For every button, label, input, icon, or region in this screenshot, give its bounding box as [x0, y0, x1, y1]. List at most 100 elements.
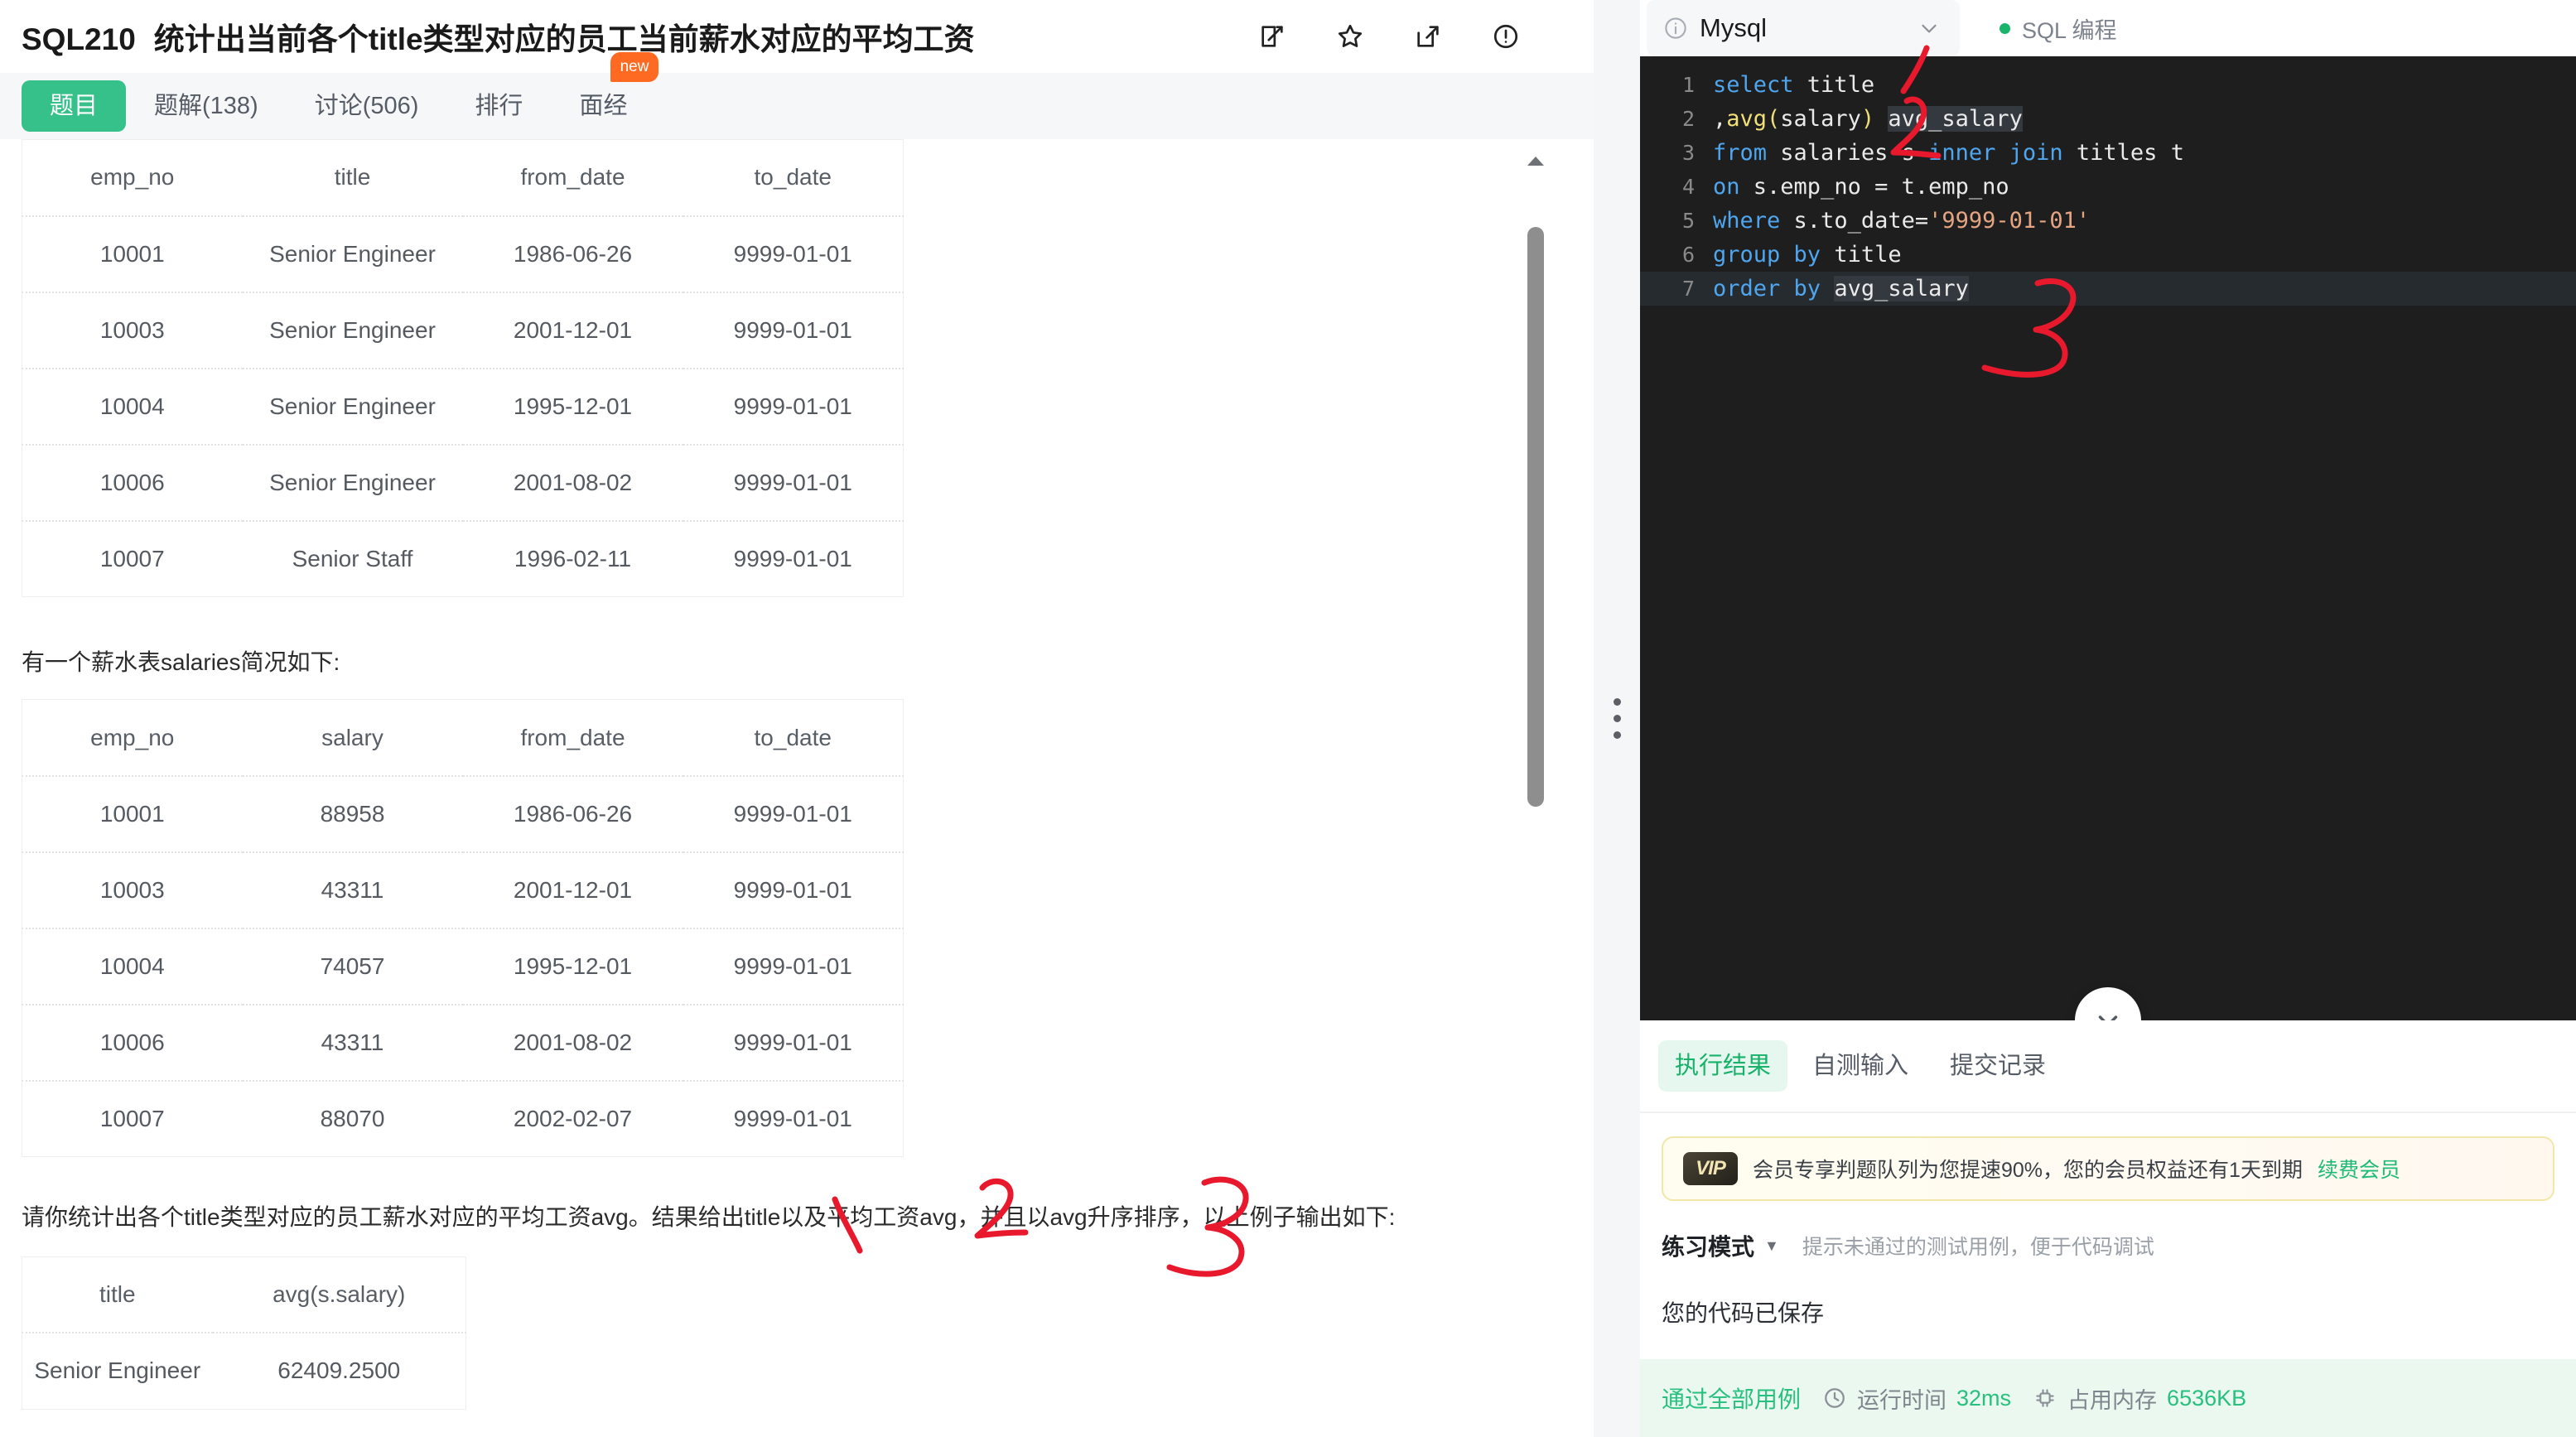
cell: 10006 — [99, 469, 165, 495]
memory-value: 6536KB — [2167, 1385, 2247, 1410]
cell: 62409.2500 — [277, 1357, 401, 1384]
cell: 2001-08-02 — [513, 1029, 633, 1055]
question-title-text: 统计出当前各个title类型对应的员工当前薪水对应的平均工资 — [153, 22, 975, 56]
code-text[interactable]: where s.to_date='9999-01-01' — [1713, 204, 2090, 238]
caret-down-icon[interactable]: ▼ — [1764, 1237, 1779, 1255]
table-row: 10007 88070 2002-02-07 9999-01-01 — [22, 1080, 904, 1157]
editor-mode-label: SQL 编程 — [2022, 17, 2117, 43]
result-tabs: 执行结果 自测输入 提交记录 — [1640, 1020, 2576, 1113]
line-number: 5 — [1681, 209, 1695, 233]
collapse-editor-button[interactable] — [2075, 987, 2141, 1020]
memory-stat: 占用内存 6536KB — [2033, 1382, 2246, 1415]
cell: 10001 — [99, 800, 165, 827]
titles-table: emp_no title from_date to_date 10001 Sen… — [22, 139, 904, 597]
code-line[interactable]: 1 select title — [1640, 68, 2576, 102]
tab-interview-wrap: 面经 new — [551, 52, 659, 132]
tab-execution-result[interactable]: 执行结果 — [1658, 1040, 1788, 1092]
question-tabs: 题目 题解(138) 讨论(506) 排行 面经 new — [0, 52, 1594, 139]
tab-discussion[interactable]: 讨论(506) — [287, 80, 447, 132]
code-text[interactable]: ,avg(salary) avg_salary — [1713, 102, 2023, 136]
renew-membership-link[interactable]: 续费会员 — [2318, 1154, 2400, 1184]
cell: Senior Engineer — [269, 393, 436, 419]
code-line[interactable]: 6 group by title — [1640, 238, 2576, 272]
practice-mode-row: 练习模式 ▼ 提示未通过的测试用例，便于代码调试 — [1662, 1229, 2576, 1262]
code-text[interactable]: on s.emp_no = t.emp_no — [1713, 170, 2009, 204]
code-editor[interactable]: 1 select title 2 ,avg(salary) avg_salary… — [1640, 56, 2576, 1020]
editor-toolbar: Mysql SQL 编程 — [1640, 0, 2576, 56]
star-icon[interactable] — [1335, 22, 1365, 51]
tab-solutions[interactable]: 题解(138) — [126, 80, 287, 132]
cell: 9999-01-01 — [733, 1106, 852, 1132]
table-row: Senior Engineer 62409.2500 — [22, 1333, 466, 1409]
question-code: SQL210 — [22, 22, 136, 56]
question-scrollbar[interactable] — [1524, 139, 1547, 1437]
memory-label: 占用内存 — [2067, 1387, 2158, 1413]
table-row: 10004 74057 1995-12-01 9999-01-01 — [22, 928, 904, 1005]
cell: 1995-12-01 — [513, 393, 633, 419]
code-saved-text: 您的代码已保存 — [1662, 1300, 1825, 1326]
share-icon[interactable] — [1413, 22, 1443, 51]
column-header: from_date — [520, 164, 625, 190]
cell: 74057 — [320, 952, 385, 979]
cell: 2001-12-01 — [513, 876, 633, 903]
pass-status-bar: 通过全部用例 运行时间 32ms 占用内存 6536KB — [1640, 1359, 2576, 1437]
scroll-up-arrow-icon[interactable] — [1526, 154, 1546, 167]
runtime-value: 32ms — [1956, 1385, 2012, 1410]
vip-message: 会员专享判题队列为您提速90%，您的会员权益还有1天到期 — [1753, 1159, 2303, 1182]
practice-mode-hint: 提示未通过的测试用例，便于代码调试 — [1802, 1236, 2154, 1259]
chip-icon — [2036, 1389, 2054, 1407]
tab-interview[interactable]: 面经 — [551, 80, 655, 132]
table-row: 10001 88958 1986-06-26 9999-01-01 — [22, 775, 904, 852]
cell: 10004 — [99, 952, 165, 979]
pass-status-label: 通过全部用例 — [1662, 1386, 1802, 1412]
code-line[interactable]: 5 where s.to_date='9999-01-01' — [1640, 204, 2576, 238]
note-icon[interactable] — [1257, 22, 1287, 51]
table-row: 10006 43311 2001-08-02 9999-01-01 — [22, 1004, 904, 1081]
cell: 88958 — [320, 800, 385, 827]
tab-self-test-input[interactable]: 自测输入 — [1796, 1040, 1925, 1092]
panel-resize-handle[interactable] — [1594, 0, 1640, 1437]
language-selector[interactable]: Mysql — [1647, 0, 1960, 56]
cell: 10001 — [99, 240, 165, 267]
code-line[interactable]: 4 on s.emp_no = t.emp_no — [1640, 170, 2576, 204]
language-name: Mysql — [1700, 13, 1767, 42]
code-line[interactable]: 3 from salaries s inner join titles t — [1640, 136, 2576, 170]
column-header: title — [99, 1280, 136, 1307]
cell: 9999-01-01 — [733, 1029, 852, 1055]
code-line[interactable]: 7 order by avg_salary — [1640, 272, 2576, 306]
cell: 9999-01-01 — [733, 876, 852, 903]
scrollbar-thumb[interactable] — [1527, 227, 1544, 807]
cell: 9999-01-01 — [733, 800, 852, 827]
report-icon[interactable] — [1491, 22, 1521, 51]
chevron-down-icon[interactable] — [1917, 16, 1942, 41]
cell: 9999-01-01 — [733, 545, 852, 571]
code-text[interactable]: select title — [1713, 68, 1874, 102]
table-row: 10001 Senior Engineer 1986-06-26 9999-01… — [22, 215, 904, 292]
tab-submission-history[interactable]: 提交记录 — [1933, 1040, 2062, 1092]
output-example-table: title avg(s.salary) Senior Engineer 6240… — [22, 1256, 466, 1410]
cell: 2002-02-07 — [513, 1106, 633, 1132]
code-text[interactable]: order by avg_salary — [1713, 272, 1969, 306]
cell: 10006 — [99, 1029, 165, 1055]
tab-question[interactable]: 题目 — [22, 80, 127, 132]
code-text[interactable]: group by title — [1713, 238, 1902, 272]
line-number: 6 — [1681, 243, 1695, 267]
column-header: title — [334, 164, 371, 190]
code-line[interactable]: 2 ,avg(salary) avg_salary — [1640, 102, 2576, 136]
line-number: 1 — [1681, 73, 1695, 97]
question-header: SQL210 统计出当前各个title类型对应的员工当前薪水对应的平均工资 — [0, 0, 1594, 73]
cell: Senior Staff — [292, 545, 413, 571]
table-row: 10007 Senior Staff 1996-02-11 9999-01-01 — [22, 520, 904, 597]
info-circle-icon — [1665, 17, 1686, 39]
cell: Senior Engineer — [269, 469, 436, 495]
line-number: 3 — [1681, 141, 1695, 165]
cell: 1986-06-26 — [513, 240, 633, 267]
cell: 10003 — [99, 316, 165, 343]
cell: 88070 — [320, 1106, 385, 1132]
column-header: emp_no — [90, 724, 175, 750]
practice-mode-label[interactable]: 练习模式 — [1662, 1229, 1754, 1262]
table-header-row: emp_no salary from_date to_date — [22, 700, 904, 776]
code-text[interactable]: from salaries s inner join titles t — [1713, 136, 2184, 170]
tab-ranking[interactable]: 排行 — [446, 80, 551, 132]
cell: 9999-01-01 — [733, 316, 852, 343]
